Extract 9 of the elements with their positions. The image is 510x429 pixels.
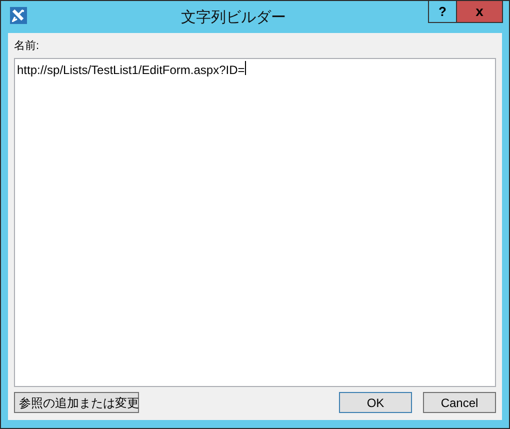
text-field[interactable]: http://sp/Lists/TestList1/EditForm.aspx?ID= — [14, 58, 496, 387]
cancel-button[interactable]: Cancel — [423, 392, 496, 413]
add-reference-button[interactable]: 参照の追加または変更 — [14, 392, 139, 413]
name-label: 名前: — [14, 39, 40, 54]
window-title: 文字列ビルダー — [181, 8, 286, 28]
ok-button[interactable]: OK — [339, 392, 412, 413]
text-cursor — [244, 60, 246, 74]
close-button[interactable]: x — [456, 1, 503, 23]
tools-icon[interactable] — [10, 7, 27, 24]
